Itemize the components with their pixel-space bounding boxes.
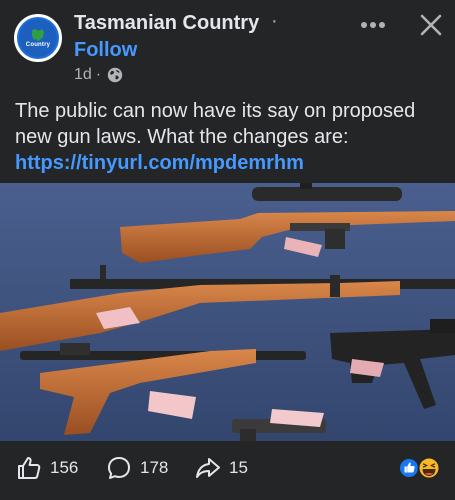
more-icon[interactable] — [360, 18, 386, 32]
reaction-icons[interactable] — [398, 455, 442, 481]
post-header: Country Tasmanian Country · Follow 1d · — [0, 0, 455, 92]
like-count: 156 — [50, 458, 79, 477]
avatar-text: Country — [25, 42, 51, 48]
time-separator: · — [95, 66, 102, 83]
tasmania-map-icon — [32, 29, 44, 41]
comment-icon — [108, 457, 130, 479]
share-count: 15 — [229, 458, 248, 477]
follow-button[interactable]: Follow — [74, 39, 137, 62]
post-meta: 1d · — [74, 66, 123, 84]
post-body: The public can now have its say on propo… — [15, 100, 416, 148]
post-text: The public can now have its say on propo… — [15, 98, 445, 176]
thumbs-up-icon — [18, 457, 41, 479]
post-time[interactable]: 1d — [74, 66, 92, 84]
haha-reaction-icon — [417, 456, 441, 480]
post-photo-firearms[interactable] — [0, 183, 455, 441]
comment-count: 178 — [140, 458, 169, 477]
name-separator: · — [271, 10, 278, 32]
share-button[interactable]: 15 — [195, 455, 248, 481]
post-link[interactable]: https://tinyurl.com/mpdemrhm — [15, 152, 304, 174]
like-button[interactable]: 156 — [16, 455, 78, 481]
post-actions: 156 178 15 — [0, 447, 455, 487]
avatar-logo: Country — [19, 19, 57, 57]
globe-icon — [107, 67, 123, 83]
page-avatar[interactable]: Country — [14, 14, 62, 62]
comment-button[interactable]: 178 — [106, 455, 168, 481]
share-icon — [196, 458, 220, 478]
close-icon[interactable] — [419, 13, 443, 37]
like-reaction-icon — [398, 457, 420, 479]
page-name[interactable]: Tasmanian Country — [74, 12, 259, 35]
